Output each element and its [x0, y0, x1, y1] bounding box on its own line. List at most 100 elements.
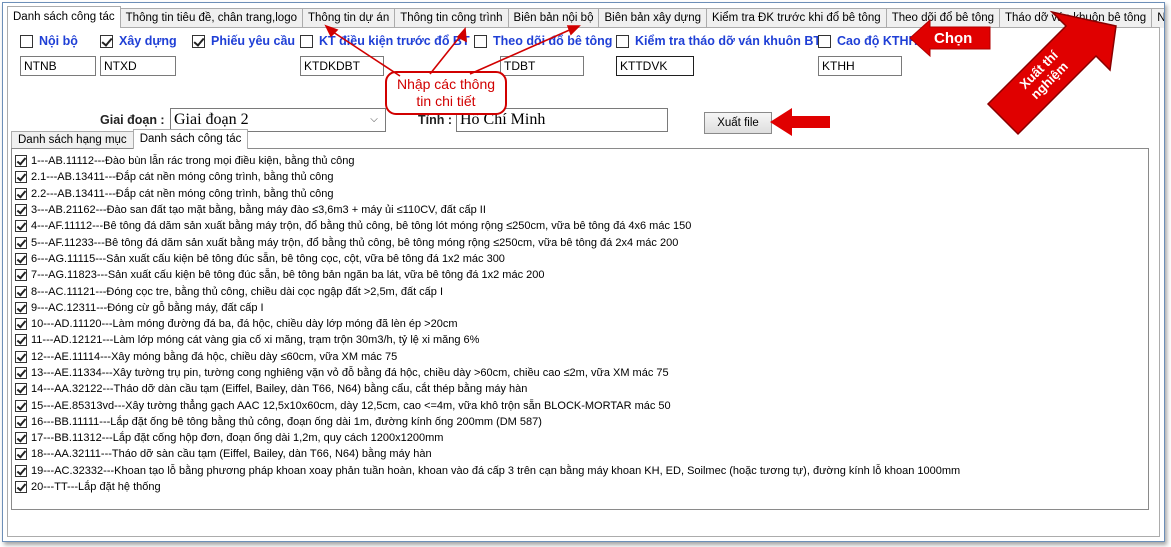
- checkbox-box[interactable]: [15, 481, 27, 494]
- list-item-label: 5---AF.11233---Bê tông đá dăm sản xuất b…: [31, 236, 679, 249]
- checkbox-box[interactable]: [100, 34, 113, 48]
- list-item-label: 2.2---AB.13411---Đắp cát nền móng công t…: [31, 187, 334, 200]
- tab-thong-tin-du-an[interactable]: Thông tin dự án: [302, 8, 396, 28]
- checkbox-box[interactable]: [474, 34, 487, 48]
- checkbox-box[interactable]: [15, 448, 27, 461]
- tab-danh-sach-hang-muc[interactable]: Danh sách hạng mục: [11, 131, 134, 149]
- checkbox-box[interactable]: [300, 34, 313, 48]
- list-item-label: 9---AC.12311---Đóng cừ gỗ bằng máy, đất …: [31, 301, 264, 314]
- province-label: Tỉnh :: [418, 113, 453, 127]
- checkbox-theo-doi-do-be-tong[interactable]: Theo dõi đổ bê tông: [474, 34, 612, 48]
- tab-thao-do-van-khuon[interactable]: Tháo dỡ ván khuôn bê tông: [999, 8, 1153, 28]
- checkbox-box[interactable]: [15, 318, 27, 331]
- list-item-label: 16---BB.11111---Lắp đặt ống bê tông bằng…: [31, 415, 542, 428]
- list-item[interactable]: 10---AD.11120---Làm móng đường đá ba, đá…: [12, 316, 1148, 332]
- tab-bien-ban-noi-bo[interactable]: Biên bản nội bộ: [507, 8, 600, 28]
- export-file-button[interactable]: Xuất file: [704, 112, 772, 134]
- checkbox-box[interactable]: [15, 187, 27, 200]
- list-item[interactable]: 3---AB.21162---Đào san đất tạo mặt bằng,…: [12, 202, 1148, 218]
- list-item[interactable]: 14---AA.32122---Tháo dỡ dàn cầu tạm (Eif…: [12, 381, 1148, 397]
- checkbox-box[interactable]: [20, 34, 33, 48]
- stage-label: Giai đoạn :: [100, 113, 165, 127]
- chevron-down-icon[interactable]: ⌵: [367, 112, 381, 128]
- list-item-label: 13---AE.11334---Xây tường trụ pin, tường…: [31, 367, 669, 379]
- inner-tab-strip: Danh sách hạng mục Danh sách công tác: [11, 129, 249, 149]
- code-input-xay-dung[interactable]: NTXD: [100, 56, 176, 76]
- list-item[interactable]: 4---AF.11112---Bê tông đá dăm sản xuất b…: [12, 218, 1148, 234]
- app-window: Danh sách công tác Thông tin tiêu đề, ch…: [2, 2, 1165, 542]
- list-item[interactable]: 1---AB.11112---Đào bùn lẫn rác trong mọi…: [12, 153, 1148, 169]
- checkbox-box[interactable]: [15, 464, 27, 477]
- checkbox-box[interactable]: [15, 236, 27, 249]
- checkbox-label: Phiếu yêu cầu: [211, 34, 296, 48]
- checkbox-box[interactable]: [15, 432, 27, 445]
- checkbox-kt-dieu-kien[interactable]: KT điều kiện trước đổ BT: [300, 34, 470, 48]
- tab-thong-tin-tieu-de[interactable]: Thông tin tiêu đề, chân trang,logo: [119, 8, 303, 28]
- list-item[interactable]: 13---AE.11334---Xây tường trụ pin, tường…: [12, 365, 1148, 381]
- list-item[interactable]: 18---AA.32111---Tháo dỡ sàn cầu tạm (Eif…: [12, 446, 1148, 462]
- code-input-kiem-tra-thao-do[interactable]: KTTDVK: [616, 56, 694, 76]
- checkbox-xay-dung[interactable]: Xây dựng: [100, 34, 177, 48]
- list-item-label: 15---AE.85313vd---Xây tường thẳng gạch A…: [31, 399, 671, 412]
- checkbox-cao-do-kthh[interactable]: Cao độ KTHH: [818, 34, 918, 48]
- list-item[interactable]: 11---AD.12121---Làm lớp móng cát vàng gi…: [12, 332, 1148, 348]
- province-input[interactable]: Hồ Chí Minh: [456, 108, 668, 132]
- list-item[interactable]: 6---AG.11115---Sản xuất cấu kiện bê tông…: [12, 251, 1148, 267]
- checkbox-box[interactable]: [15, 383, 27, 396]
- list-item[interactable]: 15---AE.85313vd---Xây tường thẳng gạch A…: [12, 397, 1148, 413]
- checkbox-box[interactable]: [15, 367, 27, 379]
- callout-text: Nhập các thông tin chi tiết: [396, 76, 496, 109]
- checkbox-box[interactable]: [15, 399, 27, 412]
- main-tab-strip: Danh sách công tác Thông tin tiêu đề, ch…: [7, 6, 1164, 28]
- list-item[interactable]: 7---AG.11823---Sản xuất cấu kiện bê tông…: [12, 267, 1148, 283]
- checkbox-kiem-tra-thao-do[interactable]: Kiểm tra tháo dỡ ván khuôn BT: [616, 34, 821, 48]
- checkbox-noi-bo[interactable]: Nội bộ: [20, 34, 78, 48]
- checkbox-label: Theo dõi đổ bê tông: [493, 34, 613, 48]
- checkbox-box[interactable]: [15, 220, 27, 233]
- checkbox-box[interactable]: [15, 155, 27, 168]
- list-item-label: 4---AF.11112---Bê tông đá dăm sản xuất b…: [31, 220, 692, 233]
- tab-theo-doi-do-be-tong[interactable]: Theo dõi đổ bê tông: [885, 8, 1001, 28]
- code-input-cao-do[interactable]: KTHH: [818, 56, 902, 76]
- checkbox-box[interactable]: [15, 301, 27, 314]
- list-item[interactable]: 17---BB.11312---Lắp đặt cống hộp đơn, đo…: [12, 430, 1148, 446]
- checkbox-box[interactable]: [616, 34, 629, 48]
- checkbox-box[interactable]: [15, 415, 27, 428]
- tab-danh-sach-cong-tac[interactable]: Danh sách công tác: [7, 6, 121, 28]
- list-item[interactable]: 2.2---AB.13411---Đắp cát nền móng công t…: [12, 186, 1148, 202]
- list-item-label: 18---AA.32111---Tháo dỡ sàn cầu tạm (Eif…: [31, 448, 432, 461]
- tab-danh-sach-cong-tac-inner[interactable]: Danh sách công tác: [132, 129, 249, 149]
- checkbox-box[interactable]: [15, 350, 27, 363]
- list-item-label: 7---AG.11823---Sản xuất cấu kiện bê tông…: [31, 269, 545, 282]
- checkbox-label: Kiểm tra tháo dỡ ván khuôn BT: [635, 34, 821, 48]
- list-item[interactable]: 16---BB.11111---Lắp đặt ống bê tông bằng…: [12, 414, 1148, 430]
- tab-nghiem-thu-vat-lieu[interactable]: Nghiệm thu vật liệu: [1151, 8, 1164, 28]
- checkbox-label: Xây dựng: [119, 34, 177, 48]
- checkbox-box[interactable]: [15, 171, 27, 184]
- checkbox-box[interactable]: [15, 334, 27, 347]
- checkbox-box[interactable]: [15, 204, 27, 217]
- tab-kiem-tra-dk[interactable]: Kiểm tra ĐK trước khi đổ bê tông: [706, 8, 887, 28]
- code-input-noi-bo[interactable]: NTNB: [20, 56, 96, 76]
- checkbox-box[interactable]: [15, 252, 27, 265]
- task-checklist: 1---AB.11112---Đào bùn lẫn rác trong mọi…: [11, 148, 1149, 510]
- checkbox-label: Cao độ KTHH: [837, 34, 918, 48]
- list-item[interactable]: 12---AE.11114---Xây móng bằng đá hộc, ch…: [12, 349, 1148, 365]
- list-item[interactable]: 9---AC.12311---Đóng cừ gỗ bằng máy, đất …: [12, 300, 1148, 316]
- checkbox-label: KT điều kiện trước đổ BT: [319, 34, 470, 48]
- code-input-kt-dieu-kien[interactable]: KTDKDBT: [300, 56, 384, 76]
- checkbox-phieu-yeu-cau[interactable]: Phiếu yêu cầu: [192, 34, 295, 48]
- stage-value: Giai đoạn 2: [174, 111, 249, 128]
- tab-bien-ban-xay-dung[interactable]: Biên bản xây dựng: [598, 8, 708, 28]
- checkbox-box[interactable]: [192, 34, 205, 48]
- code-input-theo-doi[interactable]: TDBT: [500, 56, 584, 76]
- list-item[interactable]: 20---TT---Lắp đặt hệ thống: [12, 479, 1148, 495]
- list-item[interactable]: 5---AF.11233---Bê tông đá dăm sản xuất b…: [12, 234, 1148, 250]
- checkbox-box[interactable]: [15, 269, 27, 282]
- checkbox-box[interactable]: [15, 285, 27, 298]
- tab-thong-tin-cong-trinh[interactable]: Thông tin công trình: [394, 8, 509, 28]
- list-item[interactable]: 8---AC.11121---Đóng cọc tre, bằng thủ cô…: [12, 283, 1148, 299]
- checkbox-box[interactable]: [818, 34, 831, 48]
- list-item[interactable]: 19---AC.32332---Khoan tạo lỗ bằng phương…: [12, 463, 1148, 479]
- list-item[interactable]: 2.1---AB.13411---Đắp cát nền móng công t…: [12, 169, 1148, 185]
